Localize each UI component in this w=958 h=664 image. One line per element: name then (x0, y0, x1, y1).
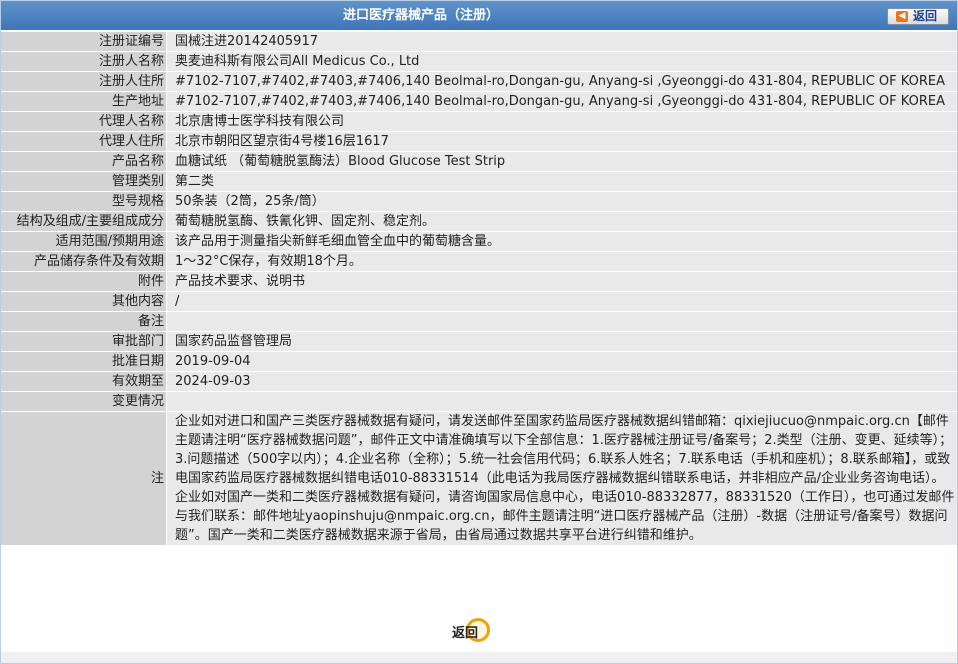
title-bar: 进口医疗器械产品（注册） ◀ 返回 (1, 1, 957, 30)
field-value (167, 392, 957, 411)
field-value: 国械注进20142405917 (167, 32, 957, 51)
table-row: 产品名称 血糖试纸 （葡萄糖脱氢酶法）Blood Glucose Test St… (1, 152, 957, 172)
table-row: 批准日期 2019-09-04 (1, 352, 957, 372)
table-row: 变更情况 (1, 392, 957, 412)
field-label: 代理人住所 (1, 132, 166, 151)
field-value: 血糖试纸 （葡萄糖脱氢酶法）Blood Glucose Test Strip (167, 152, 957, 171)
field-label: 其他内容 (1, 292, 166, 311)
table-row: 管理类别 第二类 (1, 172, 957, 192)
field-label: 有效期至 (1, 372, 166, 391)
back-button-top[interactable]: ◀ 返回 (887, 8, 949, 25)
field-label: 适用范围/预期用途 (1, 232, 166, 251)
field-label: 产品名称 (1, 152, 166, 171)
notice-label: 注 (1, 412, 166, 545)
field-label: 变更情况 (1, 392, 166, 411)
detail-table: 注册证编号 国械注进20142405917 注册人名称 奥麦迪科斯有限公司All… (1, 32, 957, 546)
table-row: 型号规格 50条装（2筒，25条/筒） (1, 192, 957, 212)
field-value: 葡萄糖脱氢酶、铁氰化钾、固定剂、稳定剂。 (167, 212, 957, 231)
field-label: 型号规格 (1, 192, 166, 211)
field-label: 生产地址 (1, 92, 166, 111)
field-label: 代理人名称 (1, 112, 166, 131)
table-row: 代理人名称 北京唐博士医学科技有限公司 (1, 112, 957, 132)
horizontal-scrollbar[interactable] (1, 652, 957, 663)
field-value: #7102-7107,#7402,#7403,#7406,140 Beolmal… (167, 72, 957, 91)
back-button-top-label: 返回 (913, 9, 938, 23)
back-arrow-icon: ◀ (896, 11, 908, 22)
field-label: 产品储存条件及有效期 (1, 252, 166, 271)
table-row: 审批部门 国家药品监督管理局 (1, 332, 957, 352)
field-label: 注册人住所 (1, 72, 166, 91)
table-row: 注册证编号 国械注进20142405917 (1, 32, 957, 52)
field-label: 注册证编号 (1, 32, 166, 51)
field-label: 管理类别 (1, 172, 166, 191)
field-label: 审批部门 (1, 332, 166, 351)
footer: 返回 (1, 612, 957, 650)
field-value (167, 312, 957, 331)
field-label: 结构及组成/主要组成成分 (1, 212, 166, 231)
table-row: 附件 产品技术要求、说明书 (1, 272, 957, 292)
table-row: 产品储存条件及有效期 1～32°C保存，有效期18个月。 (1, 252, 957, 272)
field-label: 注册人名称 (1, 52, 166, 71)
table-row: 注册人名称 奥麦迪科斯有限公司All Medicus Co., Ltd (1, 52, 957, 72)
detail-panel: 进口医疗器械产品（注册） ◀ 返回 注册证编号 国械注进20142405917 … (0, 0, 958, 664)
page-title: 进口医疗器械产品（注册） (342, 8, 499, 23)
back-button-bottom[interactable]: 返回 (452, 616, 500, 646)
table-row: 注册人住所 #7102-7107,#7402,#7403,#7406,140 B… (1, 72, 957, 92)
field-value: 北京唐博士医学科技有限公司 (167, 112, 957, 131)
field-value: 该产品用于测量指尖新鲜毛细血管全血中的葡萄糖含量。 (167, 232, 957, 251)
field-label: 附件 (1, 272, 166, 291)
field-value: 50条装（2筒，25条/筒） (167, 192, 957, 211)
field-value: 北京市朝阳区望京街4号楼16层1617 (167, 132, 957, 151)
table-row: 其他内容 / (1, 292, 957, 312)
table-row: 代理人住所 北京市朝阳区望京街4号楼16层1617 (1, 132, 957, 152)
field-value: 2024-09-03 (167, 372, 957, 391)
table-row: 备注 (1, 312, 957, 332)
table-row: 生产地址 #7102-7107,#7402,#7403,#7406,140 Be… (1, 92, 957, 112)
notice-text: 企业如对进口和国产三类医疗器械数据有疑问，请发送邮件至国家药监局医疗器械数据纠错… (167, 412, 957, 545)
table-row: 结构及组成/主要组成成分 葡萄糖脱氢酶、铁氰化钾、固定剂、稳定剂。 (1, 212, 957, 232)
notice-row: 注 企业如对进口和国产三类医疗器械数据有疑问，请发送邮件至国家药监局医疗器械数据… (1, 412, 957, 546)
field-value: 产品技术要求、说明书 (167, 272, 957, 291)
back-button-bottom-label: 返回 (452, 626, 479, 641)
field-value: 奥麦迪科斯有限公司All Medicus Co., Ltd (167, 52, 957, 71)
field-label: 批准日期 (1, 352, 166, 371)
field-value: 1～32°C保存，有效期18个月。 (167, 252, 957, 271)
field-value: 2019-09-04 (167, 352, 957, 371)
field-value: #7102-7107,#7402,#7403,#7406,140 Beolmal… (167, 92, 957, 111)
field-label: 备注 (1, 312, 166, 331)
table-row: 适用范围/预期用途 该产品用于测量指尖新鲜毛细血管全血中的葡萄糖含量。 (1, 232, 957, 252)
table-row: 有效期至 2024-09-03 (1, 372, 957, 392)
field-value: / (167, 292, 957, 311)
field-value: 第二类 (167, 172, 957, 191)
field-value: 国家药品监督管理局 (167, 332, 957, 351)
